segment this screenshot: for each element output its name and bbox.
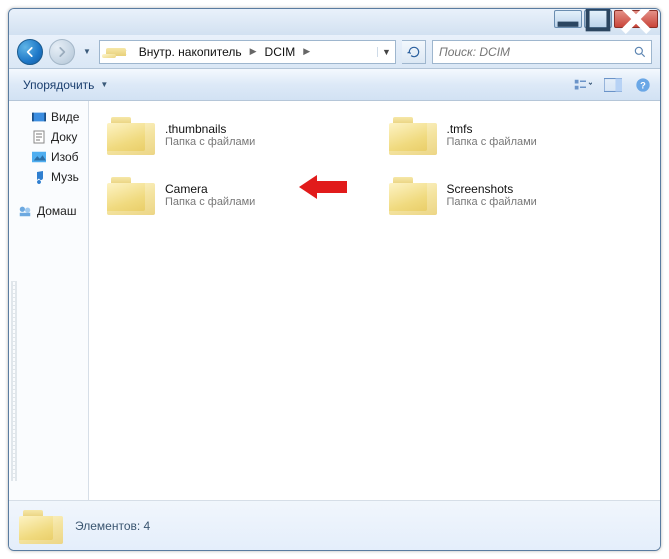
search-icon[interactable] bbox=[629, 45, 651, 59]
folder-subtitle: Папка с файлами bbox=[165, 136, 255, 148]
address-bar[interactable]: « Внутр. накопитель ▶ DCIM ▶ ▼ bbox=[99, 40, 396, 64]
folder-name: .tmfs bbox=[447, 122, 537, 136]
preview-pane-icon bbox=[604, 78, 622, 92]
folder-icon bbox=[107, 175, 155, 215]
view-icon bbox=[574, 77, 592, 93]
maximize-icon bbox=[585, 8, 611, 32]
folder-subtitle: Папка с файлами bbox=[165, 196, 255, 208]
minimize-icon bbox=[555, 8, 581, 32]
toolbar: Упорядочить ▼ ? bbox=[9, 69, 660, 101]
organize-button[interactable]: Упорядочить ▼ bbox=[17, 74, 114, 96]
help-icon: ? bbox=[635, 77, 651, 93]
chevron-down-icon: ▼ bbox=[100, 80, 108, 89]
sidebar-item-pictures[interactable]: Изоб bbox=[9, 147, 88, 167]
folder-icon bbox=[389, 175, 437, 215]
breadcrumb-item[interactable]: DCIM bbox=[259, 41, 302, 63]
back-button[interactable] bbox=[17, 39, 43, 65]
svg-text:?: ? bbox=[640, 80, 646, 90]
folder-subtitle: Папка с файлами bbox=[447, 136, 537, 148]
location-folder-icon bbox=[100, 46, 118, 58]
sidebar-item-homegroup[interactable]: Домаш bbox=[9, 201, 88, 221]
sidebar-item-documents[interactable]: Доку bbox=[9, 127, 88, 147]
folder-item[interactable]: Screenshots Папка с файлами bbox=[385, 171, 647, 219]
search-input[interactable] bbox=[433, 45, 629, 59]
sidebar: Виде Доку Изоб Музь Домаш bbox=[9, 101, 89, 500]
status-bar: Элементов: 4 bbox=[9, 500, 660, 550]
folder-icon bbox=[389, 115, 437, 155]
address-dropdown[interactable]: ▼ bbox=[377, 47, 395, 57]
sidebar-item-label: Доку bbox=[51, 130, 77, 144]
image-icon bbox=[31, 149, 47, 165]
sidebar-item-music[interactable]: Музь bbox=[9, 167, 88, 187]
nav-row: ▼ « Внутр. накопитель ▶ DCIM ▶ ▼ bbox=[9, 35, 660, 69]
sidebar-item-label: Домаш bbox=[37, 204, 77, 218]
titlebar bbox=[9, 9, 660, 35]
sidebar-resize-handle[interactable] bbox=[11, 281, 17, 481]
sidebar-item-label: Изоб bbox=[51, 150, 79, 164]
help-button[interactable]: ? bbox=[634, 76, 652, 94]
folder-icon bbox=[107, 115, 155, 155]
video-icon bbox=[31, 109, 47, 125]
document-icon bbox=[31, 129, 47, 145]
arrow-left-icon bbox=[23, 45, 37, 59]
search-box[interactable] bbox=[432, 40, 652, 64]
folder-name: .thumbnails bbox=[165, 122, 255, 136]
view-options-button[interactable] bbox=[574, 76, 592, 94]
chevron-right-icon[interactable]: ▶ bbox=[248, 46, 259, 57]
folder-item[interactable]: .thumbnails Папка с файлами bbox=[103, 111, 365, 159]
folder-item[interactable]: Camera Папка с файлами bbox=[103, 171, 365, 219]
homegroup-icon bbox=[17, 203, 33, 219]
status-folder-icon bbox=[19, 508, 63, 544]
nav-history-dropdown[interactable]: ▼ bbox=[81, 42, 93, 62]
sidebar-item-label: Музь bbox=[51, 170, 79, 184]
breadcrumb: « Внутр. накопитель ▶ DCIM ▶ bbox=[118, 41, 377, 63]
close-button[interactable] bbox=[614, 10, 658, 28]
organize-label: Упорядочить bbox=[23, 78, 94, 92]
sidebar-item-videos[interactable]: Виде bbox=[9, 107, 88, 127]
status-count: Элементов: 4 bbox=[75, 519, 150, 533]
refresh-button[interactable] bbox=[402, 40, 426, 64]
annotation-arrow bbox=[299, 173, 347, 201]
breadcrumb-item[interactable]: Внутр. накопитель bbox=[133, 41, 248, 63]
folder-item[interactable]: .tmfs Папка с файлами bbox=[385, 111, 647, 159]
refresh-icon bbox=[407, 45, 421, 59]
music-icon bbox=[31, 169, 47, 185]
explorer-window: ▼ « Внутр. накопитель ▶ DCIM ▶ ▼ bbox=[8, 8, 661, 551]
folder-name: Screenshots bbox=[447, 182, 537, 196]
preview-pane-button[interactable] bbox=[604, 76, 622, 94]
chevron-right-icon[interactable]: ▶ bbox=[301, 46, 312, 57]
content-area: .thumbnails Папка с файлами .tmfs Папка … bbox=[89, 101, 660, 500]
arrow-right-icon bbox=[55, 45, 69, 59]
minimize-button[interactable] bbox=[554, 10, 582, 28]
sidebar-item-label: Виде bbox=[51, 110, 79, 124]
folder-subtitle: Папка с файлами bbox=[447, 196, 537, 208]
forward-button[interactable] bbox=[49, 39, 75, 65]
folder-grid: .thumbnails Папка с файлами .tmfs Папка … bbox=[103, 111, 646, 219]
maximize-button[interactable] bbox=[584, 10, 612, 28]
folder-name: Camera bbox=[165, 182, 255, 196]
